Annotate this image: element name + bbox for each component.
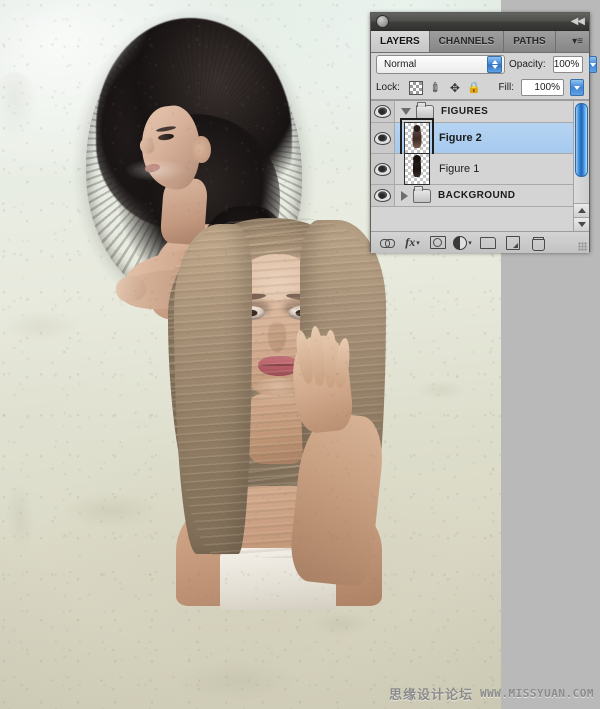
adjustment-layer-button[interactable]: ▾ (450, 233, 475, 252)
folder-icon (479, 236, 496, 249)
layer-thumbnail-figure-1[interactable] (404, 153, 430, 185)
figure-2-artwork (168, 218, 388, 610)
fx-icon: fx (405, 235, 416, 249)
layer-name-figures: FIGURES (441, 106, 489, 117)
eye-icon (374, 131, 391, 145)
new-layer-button[interactable] (500, 233, 525, 252)
blend-mode-stepper-icon[interactable] (487, 56, 502, 73)
close-icon[interactable] (376, 15, 389, 28)
trash-icon (532, 236, 545, 251)
blend-mode-select[interactable]: Normal (376, 55, 505, 74)
lock-and-fill-row: Lock: ✐ ✥ 🔒 Fill: 100% (371, 76, 589, 100)
blend-mode-value: Normal (384, 59, 417, 70)
panel-footer-toolbar: fx ▾ ▾ (371, 231, 589, 253)
layer-name-figure-2: Figure 2 (439, 132, 482, 144)
visibility-toggle-background[interactable] (371, 185, 395, 206)
layer-row-figure-1[interactable]: Figure 1 (371, 153, 589, 185)
background-texture-blot-2 (0, 468, 45, 567)
eye-icon (374, 162, 391, 176)
opacity-label: Opacity: (509, 59, 546, 70)
visibility-toggle-figure-1[interactable] (371, 154, 395, 184)
opacity-dropdown-icon[interactable] (589, 56, 598, 73)
layer-list-scrollbar[interactable] (573, 101, 589, 231)
fill-dropdown-icon[interactable] (570, 79, 584, 96)
layer-row-figure-2[interactable]: Figure 2 (371, 118, 589, 158)
lock-all-icon[interactable]: 🔒 (467, 82, 481, 94)
blend-mode-row: Normal Opacity: 100% (371, 53, 598, 76)
layer-thumbnail-figure-2[interactable] (400, 118, 434, 158)
opacity-input[interactable]: 100% (552, 56, 584, 73)
new-layer-icon (505, 235, 520, 250)
panel-menu-icon[interactable]: ▾≡ (566, 31, 589, 52)
eye-icon (374, 105, 391, 118)
scroll-up-arrow-icon[interactable] (574, 203, 589, 217)
visibility-toggle-figure-2[interactable] (371, 123, 395, 153)
tab-layers[interactable]: LAYERS (371, 31, 430, 52)
visibility-toggle-figures[interactable] (371, 101, 395, 122)
lock-icon-group: ✐ ✥ 🔒 (408, 78, 481, 96)
chevron-right-icon[interactable] (401, 190, 408, 201)
panel-tab-bar: LAYERS CHANNELS PATHS ▾≡ (371, 31, 589, 53)
folder-icon (416, 101, 434, 119)
scrollbar-thumb[interactable] (575, 103, 588, 177)
lock-position-icon[interactable]: ✥ (449, 81, 461, 95)
layers-panel[interactable]: ◀◀ LAYERS CHANNELS PATHS ▾≡ Normal Opaci… (370, 12, 598, 253)
tab-channels[interactable]: CHANNELS (429, 31, 505, 52)
layer-style-button[interactable]: fx ▾ (400, 233, 425, 252)
lock-image-pixels-icon[interactable]: ✐ (426, 78, 444, 96)
fill-input[interactable]: 100% (521, 79, 564, 96)
background-texture-blot-1 (0, 72, 38, 142)
lock-label: Lock: (376, 82, 400, 93)
fill-label: Fill: (498, 82, 514, 93)
chevron-down-icon[interactable] (401, 108, 411, 115)
half-circle-icon (453, 235, 468, 250)
folder-icon (413, 185, 431, 203)
eye-icon (374, 189, 391, 202)
scroll-down-arrow-icon[interactable] (574, 217, 589, 231)
delete-layer-button[interactable] (525, 233, 550, 252)
tab-paths[interactable]: PATHS (504, 31, 556, 52)
tab-bar-filler (555, 31, 567, 52)
add-layer-mask-button[interactable] (425, 233, 450, 252)
layer-row-figures[interactable]: FIGURES (371, 101, 589, 123)
new-group-button[interactable] (475, 233, 500, 252)
layer-name-figure-1: Figure 1 (439, 163, 480, 175)
link-layers-button[interactable] (375, 233, 400, 252)
resize-grip-icon[interactable] (578, 242, 587, 251)
chain-link-icon (380, 238, 395, 248)
layer-list[interactable]: FIGURES Figure 2 Figure 1 BACKGROUND (371, 100, 589, 231)
layer-mask-icon (429, 236, 446, 249)
double-chevron-right-icon[interactable]: ◀◀ (571, 16, 585, 27)
panel-titlebar[interactable]: ◀◀ (371, 13, 589, 31)
layer-name-background: BACKGROUND (438, 190, 516, 201)
layer-row-background[interactable]: BACKGROUND (371, 185, 589, 207)
lock-transparent-pixels-icon[interactable] (408, 80, 423, 95)
